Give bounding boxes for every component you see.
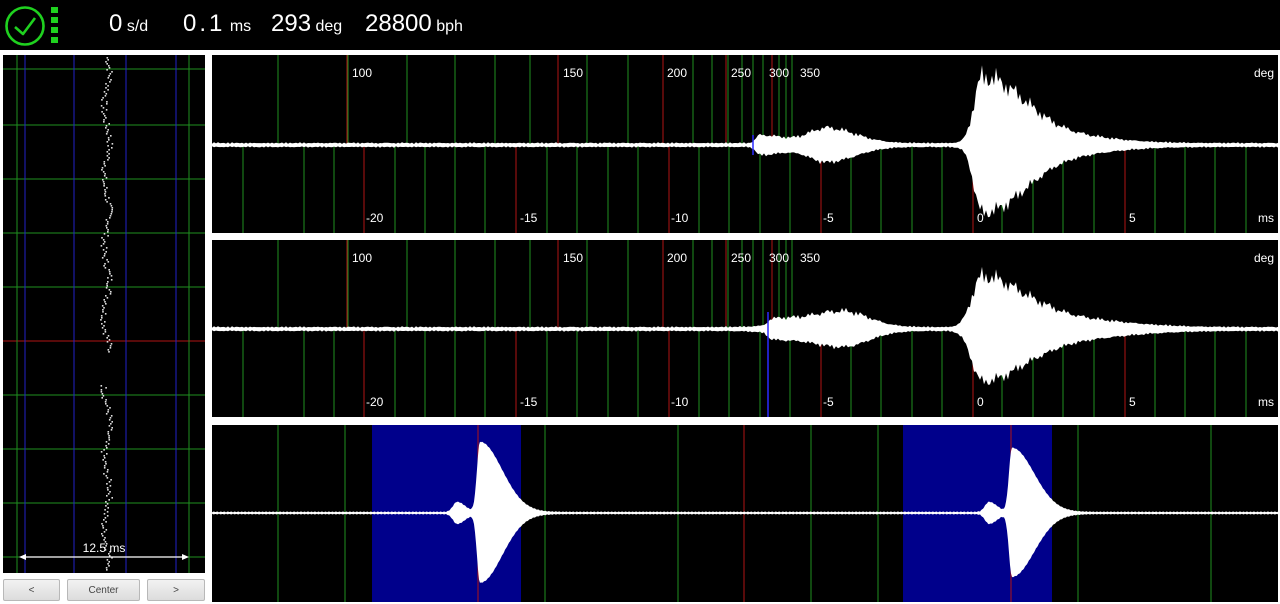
- deg-unit-label: deg: [1254, 251, 1274, 265]
- deg-tick-label: 200: [667, 251, 687, 265]
- prev-button[interactable]: <: [3, 579, 60, 601]
- rate-value: 0: [109, 10, 123, 37]
- span-arrow-left: [19, 554, 26, 560]
- bph-unit: bph: [436, 18, 463, 35]
- span-label: 12.5 ms: [83, 541, 126, 555]
- ms-tick-label: 0: [977, 395, 984, 409]
- amplitude-readout: 293 deg: [271, 10, 342, 38]
- deg-tick-label: 300: [769, 251, 789, 265]
- bph-value: 28800: [365, 10, 432, 37]
- ms-tick-label: 5: [1129, 211, 1136, 225]
- ms-tick-label: 5: [1129, 395, 1136, 409]
- deg-tick-label: 350: [800, 66, 820, 80]
- beat-error-readout: 0.1 ms: [183, 10, 251, 38]
- tock-waveform: [212, 266, 1278, 385]
- next-button[interactable]: >: [147, 579, 205, 601]
- rate-readout: 0 s/d: [109, 10, 148, 38]
- ms-tick-label: -20: [366, 211, 384, 225]
- ms-unit-label: ms: [1258, 211, 1274, 225]
- waveform-panel-mid: 100 150 200 250 300 350 deg -20 -15 -10 -5 0 5 ms: [212, 240, 1278, 417]
- status-dots-icon: [51, 7, 58, 43]
- timegrapher-plot[interactable]: 12.5 ms: [3, 55, 205, 573]
- ms-unit-label: ms: [1258, 395, 1274, 409]
- period-waveform-panel: [212, 425, 1278, 602]
- deg-tick-label: 100: [352, 66, 372, 80]
- deg-tick-label: 200: [667, 66, 687, 80]
- ms-tick-label: 0: [977, 211, 984, 225]
- deg-tick-label: 100: [352, 251, 372, 265]
- deg-unit-label: deg: [1254, 66, 1274, 80]
- waveform-panel-top: 100 150 200 250 300 350 deg -20 -15 -10 -5 0 5 ms: [212, 55, 1278, 233]
- rate-unit: s/d: [126, 18, 149, 35]
- timegrapher-trace: [100, 57, 114, 571]
- amplitude-unit: deg: [315, 18, 343, 35]
- deg-tick-label: 300: [769, 66, 789, 80]
- clock-icon: [5, 6, 45, 46]
- deg-tick-label: 150: [563, 66, 583, 80]
- period-waveform: [212, 441, 1278, 583]
- deg-tick-label: 350: [800, 251, 820, 265]
- ms-tick-label: -5: [823, 395, 834, 409]
- bph-readout: 28800 bph: [365, 10, 463, 38]
- ms-tick-label: -10: [671, 211, 689, 225]
- amplitude-value: 293: [271, 10, 312, 37]
- beat-error-unit: ms: [229, 18, 252, 35]
- tick-waveform: [212, 65, 1278, 218]
- beat-error-value: 0.1: [183, 10, 226, 37]
- ms-tick-label: -15: [520, 211, 538, 225]
- status-bar: 0 s/d 0.1 ms 293 deg 28800 bph: [0, 0, 1280, 50]
- ms-tick-label: -20: [366, 395, 384, 409]
- deg-tick-label: 250: [731, 66, 751, 80]
- center-button[interactable]: Center: [67, 579, 140, 601]
- deg-tick-label: 250: [731, 251, 751, 265]
- ms-tick-label: -10: [671, 395, 689, 409]
- deg-tick-label: 150: [563, 251, 583, 265]
- ms-tick-label: -5: [823, 211, 834, 225]
- ms-tick-label: -15: [520, 395, 538, 409]
- span-arrow-right: [182, 554, 189, 560]
